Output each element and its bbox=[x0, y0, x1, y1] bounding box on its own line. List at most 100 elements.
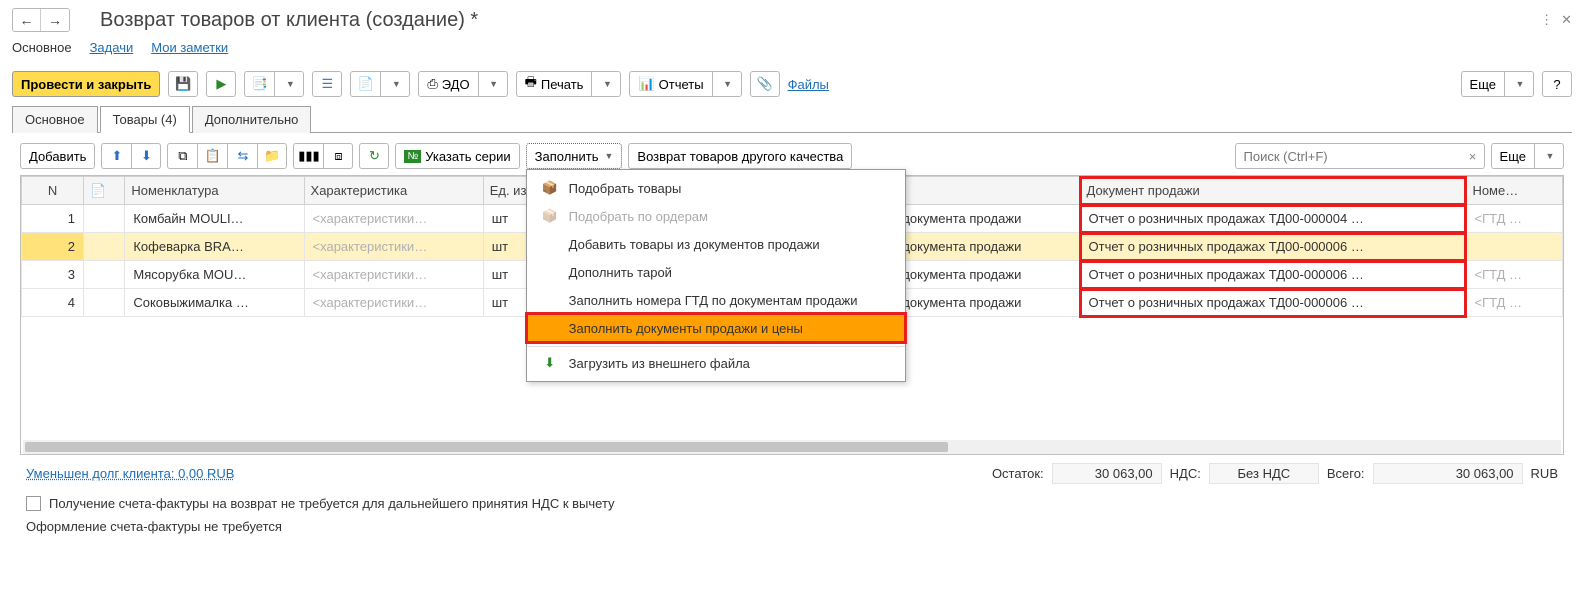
menu-pick-orders: 📦Подобрать по ордерам bbox=[527, 202, 905, 230]
list-button[interactable]: ☰ bbox=[312, 71, 342, 97]
nav-forward-button[interactable]: → bbox=[41, 9, 69, 31]
col-sale-doc[interactable]: Документ продажи bbox=[1080, 177, 1466, 205]
barcode-icon: ▮▮▮ bbox=[298, 148, 319, 164]
copy-icon: ⧉ bbox=[178, 148, 187, 164]
tab-goods[interactable]: Товары (4) bbox=[100, 106, 190, 133]
menu-fill-gtd[interactable]: Заполнить номера ГТД по документам прода… bbox=[527, 286, 905, 314]
reports-icon: 📊 bbox=[638, 76, 654, 92]
edo-button[interactable]: ⎙ЭДО bbox=[418, 71, 477, 97]
menu-add-from-docs[interactable]: Добавить товары из документов продажи bbox=[527, 230, 905, 258]
search-input[interactable] bbox=[1236, 149, 1462, 164]
nav-tasks[interactable]: Задачи bbox=[90, 40, 134, 57]
chevron-down-icon: ▼ bbox=[286, 79, 295, 89]
box-icon: 📦 bbox=[541, 180, 559, 196]
invoice-checkbox[interactable] bbox=[26, 496, 41, 511]
move-down-button[interactable]: ⬇ bbox=[131, 143, 161, 169]
series-badge-icon: № bbox=[404, 150, 421, 163]
paperclip-icon: 📎 bbox=[756, 76, 772, 92]
kebab-menu-icon[interactable]: ⋮ bbox=[1540, 12, 1553, 28]
series-button[interactable]: №Указать серии bbox=[395, 143, 519, 169]
menu-fill-docs-prices[interactable]: Заполнить документы продажи и цены bbox=[527, 314, 905, 342]
arrow-down-icon: ⬇ bbox=[141, 148, 152, 164]
create-based-dd[interactable]: ▼ bbox=[274, 71, 304, 97]
print-dd[interactable]: ▼ bbox=[591, 71, 621, 97]
reports-dd[interactable]: ▼ bbox=[712, 71, 742, 97]
col-char[interactable]: Характеристика bbox=[304, 177, 483, 205]
save-button[interactable]: 💾 bbox=[168, 71, 198, 97]
col-nome2[interactable]: Номе… bbox=[1466, 177, 1563, 205]
share-button[interactable]: ⇆ bbox=[227, 143, 257, 169]
balance-label: Остаток: bbox=[992, 466, 1044, 481]
chevron-down-icon: ▼ bbox=[604, 151, 613, 161]
tab-extra[interactable]: Дополнительно bbox=[192, 106, 312, 133]
doc-links-dd[interactable]: ▼ bbox=[380, 71, 410, 97]
attach-button[interactable]: 📎 bbox=[750, 71, 780, 97]
reports-button[interactable]: 📊Отчеты bbox=[629, 71, 711, 97]
chevron-down-icon: ▼ bbox=[603, 79, 612, 89]
scan-button[interactable]: ⧈ bbox=[323, 143, 353, 169]
col-mark[interactable]: 📄 bbox=[84, 177, 125, 205]
sheet-icon: 📄 bbox=[90, 183, 106, 198]
help-button[interactable]: ? bbox=[1542, 71, 1572, 97]
move-up-button[interactable]: ⬆ bbox=[101, 143, 131, 169]
nav-main[interactable]: Основное bbox=[12, 40, 72, 57]
menu-add-tare[interactable]: Дополнить тарой bbox=[527, 258, 905, 286]
arrow-left-icon: ← bbox=[20, 12, 34, 28]
inner-more-button[interactable]: Еще bbox=[1491, 143, 1534, 169]
post-icon: ▶ bbox=[216, 76, 226, 92]
search-field[interactable]: × bbox=[1235, 143, 1485, 169]
fill-dropdown-menu: 📦Подобрать товары 📦Подобрать по ордерам … bbox=[526, 169, 906, 382]
debt-link[interactable]: Уменьшен долг клиента: 0,00 RUB bbox=[26, 466, 234, 481]
files-link[interactable]: Файлы bbox=[788, 77, 829, 92]
doc-links-button[interactable]: 📄 bbox=[350, 71, 380, 97]
folder-button[interactable]: 📁 bbox=[257, 143, 287, 169]
paste-button[interactable]: 📋 bbox=[197, 143, 227, 169]
currency-label: RUB bbox=[1531, 466, 1558, 481]
menu-pick-goods[interactable]: 📦Подобрать товары bbox=[527, 174, 905, 202]
nav-notes[interactable]: Мои заметки bbox=[151, 40, 228, 57]
invoice-checkbox-label: Получение счета-фактуры на возврат не тр… bbox=[49, 496, 615, 511]
barcode-button[interactable]: ▮▮▮ bbox=[293, 143, 323, 169]
print-button[interactable]: 🖶Печать bbox=[516, 71, 592, 97]
doc-create-icon: 📑 bbox=[252, 76, 268, 92]
search-clear-icon[interactable]: × bbox=[1462, 149, 1484, 164]
list-icon: ☰ bbox=[322, 76, 334, 92]
post-button[interactable]: ▶ bbox=[206, 71, 236, 97]
vat-label: НДС: bbox=[1170, 466, 1201, 481]
col-nomen[interactable]: Номенклатура bbox=[125, 177, 304, 205]
nav-back-button[interactable]: ← bbox=[13, 9, 41, 31]
invoice-note: Оформление счета-фактуры не требуется bbox=[12, 515, 1572, 538]
copy-button[interactable]: ⧉ bbox=[167, 143, 197, 169]
h-scrollbar[interactable] bbox=[23, 440, 1561, 454]
close-icon[interactable]: ✕ bbox=[1561, 12, 1572, 28]
edo-dd[interactable]: ▼ bbox=[478, 71, 508, 97]
scroll-thumb[interactable] bbox=[25, 442, 948, 452]
chevron-down-icon: ▼ bbox=[489, 79, 498, 89]
menu-load-external[interactable]: ⬇Загрузить из внешнего файла bbox=[527, 346, 905, 377]
fill-button[interactable]: Заполнить▼ bbox=[526, 143, 623, 169]
refresh-button[interactable]: ↻ bbox=[359, 143, 389, 169]
post-close-button[interactable]: Провести и закрыть bbox=[12, 71, 160, 97]
more-dd[interactable]: ▼ bbox=[1504, 71, 1534, 97]
arrow-right-icon: → bbox=[48, 12, 62, 28]
paste-icon: 📋 bbox=[205, 148, 221, 164]
import-icon: ⬇ bbox=[541, 355, 559, 371]
tab-main[interactable]: Основное bbox=[12, 106, 98, 133]
box-faded-icon: 📦 bbox=[541, 208, 559, 224]
chevron-down-icon: ▼ bbox=[723, 79, 732, 89]
return-other-quality-button[interactable]: Возврат товаров другого качества bbox=[628, 143, 852, 169]
share-icon: ⇆ bbox=[238, 148, 249, 164]
create-based-button[interactable]: 📑 bbox=[244, 71, 274, 97]
refresh-icon: ↻ bbox=[369, 148, 380, 164]
col-n[interactable]: N bbox=[22, 177, 84, 205]
vat-mode: Без НДС bbox=[1209, 463, 1319, 484]
more-button[interactable]: Еще bbox=[1461, 71, 1504, 97]
total-value: 30 063,00 bbox=[1373, 463, 1523, 484]
folder-icon: 📁 bbox=[264, 148, 280, 164]
add-row-button[interactable]: Добавить bbox=[20, 143, 95, 169]
arrow-up-icon: ⬆ bbox=[112, 148, 123, 164]
save-icon: 💾 bbox=[175, 76, 191, 92]
inner-more-dd[interactable]: ▼ bbox=[1534, 143, 1564, 169]
page-title: Возврат товаров от клиента (создание) * bbox=[100, 9, 478, 32]
total-label: Всего: bbox=[1327, 466, 1365, 481]
